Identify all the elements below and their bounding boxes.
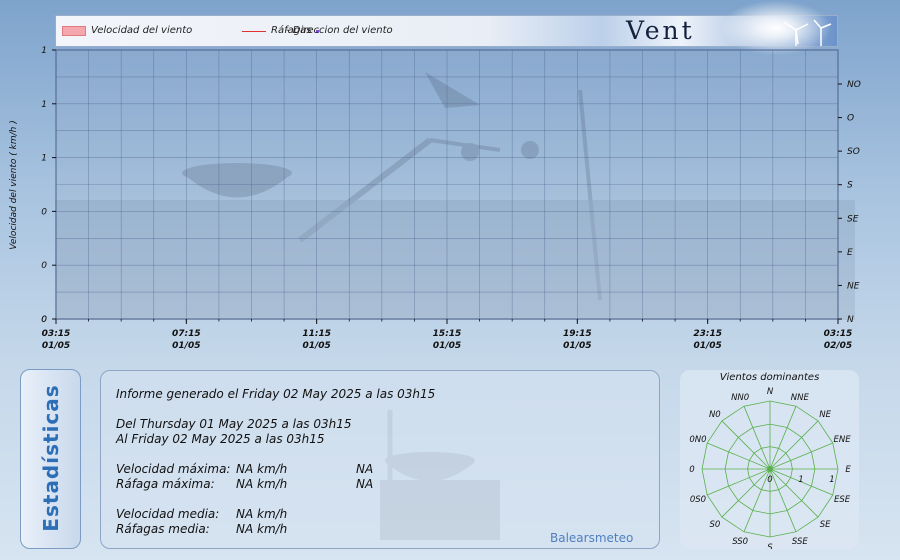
y-tick-label: 1: [41, 46, 47, 56]
wind-rose-chart: N NNE NE ENE E ESE SE SSE S SS0 S0 0S0 0 0N0 N0 NN0 0 1 1: [689, 387, 852, 549]
rose-ring-label: 1: [829, 475, 834, 485]
rose-direction-label: 0S0: [690, 495, 706, 505]
rose-direction-label: N0: [709, 410, 721, 420]
rose-center: [767, 466, 773, 472]
y-tick-label: 0: [41, 315, 47, 325]
max-gust-extra: NA: [356, 477, 374, 491]
x-tick-date: 01/05: [42, 341, 70, 351]
avg-speed-label: Velocidad media:: [116, 507, 220, 521]
wind-rose-panel: Vientos dominantes N NNE NE ENE E ESE SE SSE S SS…: [680, 370, 859, 549]
right-axis-ticks: NO O SO S SE E NE N: [838, 80, 861, 325]
avg-gust-label: Ráfagas media:: [116, 522, 210, 536]
rose-ring-label: 1: [798, 475, 803, 485]
chart-grid: [55, 49, 839, 320]
avg-gust-value: NA km/h: [236, 522, 288, 536]
statistics-report: Informe generado el Friday 02 May 2025 a…: [100, 370, 660, 549]
x-tick-time: 11:15: [302, 329, 331, 339]
direction-tick-label: SO: [847, 147, 860, 157]
rose-ring-label: 0: [767, 475, 772, 485]
report-from: Del Thursday 01 May 2025 a las 03h15: [116, 417, 352, 431]
direction-tick-label: SE: [847, 214, 859, 224]
x-tick-time: 23:15: [693, 329, 722, 339]
max-speed-label: Velocidad máxima:: [116, 462, 231, 476]
rose-direction-label: 0N0: [689, 435, 706, 445]
y-tick-label: 1: [41, 154, 47, 164]
rose-direction-label: NE: [819, 410, 831, 420]
rose-direction-label: E: [845, 465, 851, 475]
direction-tick-label: NO: [847, 80, 861, 90]
direction-tick-label: NE: [847, 281, 860, 291]
x-tick-date: 02/05: [824, 341, 852, 351]
rose-direction-label: NNE: [791, 393, 810, 403]
rose-direction-label: 0: [689, 465, 694, 475]
x-tick-time: 15:15: [433, 329, 462, 339]
x-tick-date: 01/05: [563, 341, 591, 351]
direction-tick-label: S: [847, 181, 853, 191]
statistics-tab-label: Estadísticas: [39, 384, 63, 532]
x-tick-date: 01/05: [172, 341, 200, 351]
avg-speed-value: NA km/h: [236, 507, 288, 521]
rose-direction-label: ENE: [834, 435, 852, 445]
report-to: Al Friday 02 May 2025 a las 03h15: [116, 432, 325, 446]
x-tick-time: 19:15: [563, 329, 592, 339]
max-speed-value: NA km/h: [236, 462, 288, 476]
y-tick-label: 0: [41, 261, 47, 271]
left-axis-ticks: 1110000: [41, 46, 56, 325]
y-axis-label: Velocidad del viento ( km/h ): [9, 120, 19, 249]
wind-chart: 1110000 NOOSOSSEENEN 03:1501/0507:1501/0…: [9, 46, 861, 351]
statistics-tab[interactable]: Estadísticas: [20, 369, 81, 549]
y-tick-label: 1: [41, 100, 47, 110]
rose-direction-label: S0: [709, 520, 720, 530]
x-axis-ticks: 03:15 01/05 07:15 01/05 11:15 01/05 15:15 01/05…: [42, 319, 853, 351]
direction-tick-label: O: [847, 114, 854, 124]
x-tick-time: 03:15: [42, 329, 71, 339]
x-tick-time: 03:15: [824, 329, 853, 339]
max-gust-label: Ráfaga máxima:: [116, 477, 215, 491]
direction-tick-label: N: [847, 315, 854, 325]
report-generated: Informe generado el Friday 02 May 2025 a…: [116, 387, 436, 401]
rose-direction-label: SE: [820, 520, 831, 530]
rose-spoke: [721, 468, 771, 518]
rose-direction-label: SS0: [732, 537, 748, 547]
rose-direction-label: S: [767, 543, 773, 549]
rose-direction-label: SSE: [792, 537, 808, 547]
rose-direction-label: ESE: [834, 495, 851, 505]
x-tick-date: 01/05: [302, 341, 330, 351]
rose-spoke: [769, 468, 819, 518]
rose-direction-label: N: [767, 387, 774, 397]
rose-spoke: [721, 420, 771, 470]
rose-spoke: [769, 420, 819, 470]
x-tick-date: 01/05: [693, 341, 721, 351]
max-gust-value: NA km/h: [236, 477, 288, 491]
x-tick-time: 07:15: [172, 329, 201, 339]
x-tick-date: 01/05: [433, 341, 461, 351]
y-tick-label: 0: [41, 207, 47, 217]
brand-label: Balearsmeteo: [550, 531, 634, 545]
rose-direction-label: NN0: [731, 393, 749, 403]
max-speed-extra: NA: [356, 462, 374, 476]
direction-tick-label: E: [847, 248, 853, 258]
